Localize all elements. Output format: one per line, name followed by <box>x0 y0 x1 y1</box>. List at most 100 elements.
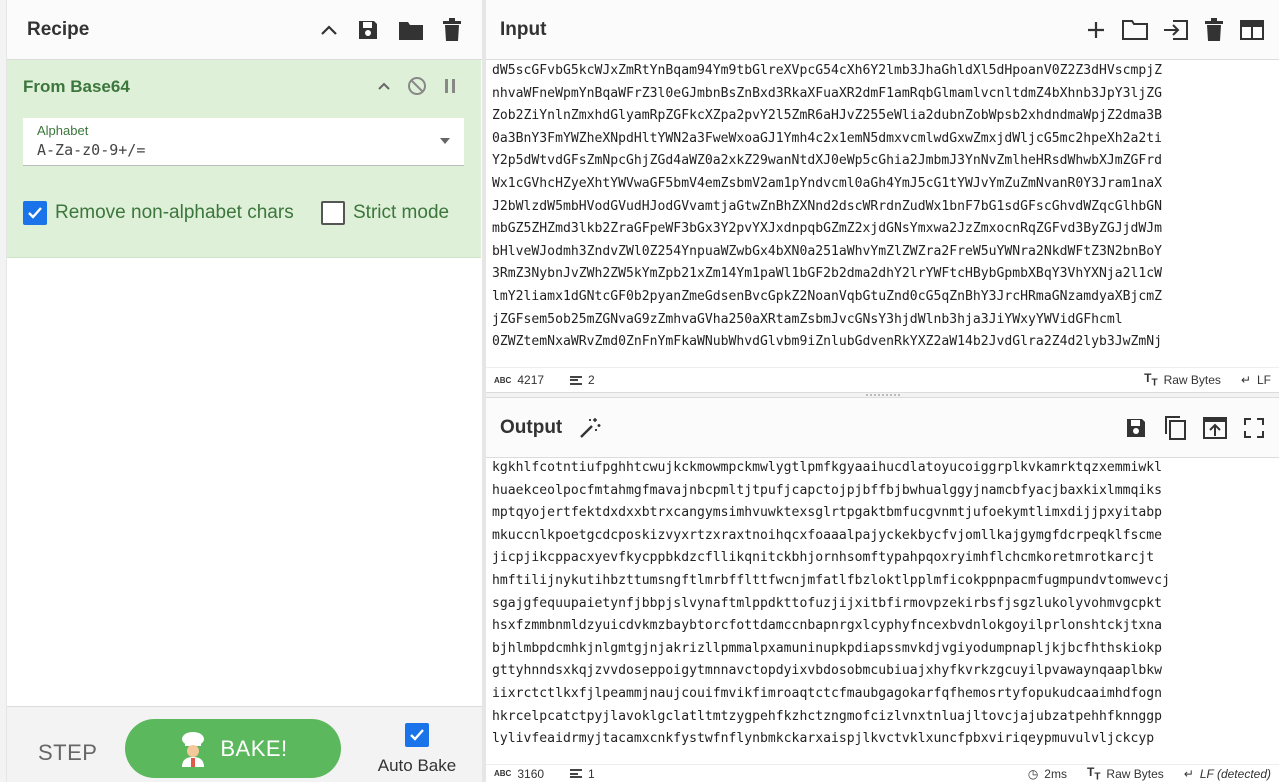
trash-icon[interactable] <box>442 17 462 42</box>
strict-mode-option[interactable]: Strict mode <box>321 201 449 225</box>
bake-button[interactable]: BAKE! <box>125 719 341 778</box>
autobake-checkbox[interactable] <box>405 723 429 747</box>
recipe-header: Recipe <box>7 0 482 60</box>
output-line: gttyhnndsxkqjzvvdoseppoigytmnnavctopdyix… <box>492 663 1163 679</box>
input-eol-value: LF <box>1256 372 1271 387</box>
save-icon[interactable] <box>1124 416 1148 440</box>
import-file-icon[interactable] <box>1163 19 1189 41</box>
return-arrow-icon: ↵ <box>1240 372 1251 387</box>
output-header: Output <box>486 398 1279 458</box>
output-time: ◷ 2ms <box>1028 767 1067 781</box>
input-title: Input <box>500 18 547 40</box>
remove-nonalpha-option[interactable]: Remove non-alphabet chars <box>23 201 294 225</box>
input-char-count-value: 4217 <box>517 373 545 387</box>
pause-icon[interactable] <box>443 78 457 94</box>
dropdown-caret-icon[interactable] <box>440 138 450 144</box>
output-encoding-value: Raw Bytes <box>1106 766 1164 781</box>
autobake-toggle[interactable]: Auto Bake <box>377 723 457 776</box>
input-eol[interactable]: ↵ LF <box>1241 373 1271 387</box>
save-icon[interactable] <box>356 18 380 42</box>
output-line: jicpjikcppacxyevfkycppbkdzcfllikqnitckbh… <box>492 550 1155 566</box>
input-line: Y2p5dWtvdGFsZmNpcGhjZGd4aWZ0a2xkZ29wanNt… <box>492 153 1163 169</box>
input-line-count: 2 <box>570 373 595 387</box>
from-base64-operation[interactable]: From Base64 Alphabet A-Za-z0-9+/= Remove… <box>7 60 481 258</box>
step-button[interactable]: STEP <box>38 740 97 766</box>
strict-mode-checkbox[interactable] <box>321 201 345 225</box>
output-encoding[interactable]: TT Raw Bytes <box>1087 765 1164 782</box>
magic-wand-icon[interactable] <box>578 416 602 440</box>
output-line: bjhlmbpdcmhkjnlgmtgjnjakrizllpmmalpxamun… <box>492 640 1163 656</box>
input-line: 0a3BnY3FmYWZheXNpdHltYWN2a3FweWxoaGJ1Ymh… <box>492 130 1163 146</box>
layout-icon[interactable] <box>1239 19 1265 41</box>
resize-grip-icon[interactable] <box>866 394 900 396</box>
input-line: jZGFsem5ob25mZGNvaG9zZmhvaGVha250aXRtamZ… <box>492 311 1123 327</box>
input-panel: Input dW5scGFvbG5kcWJxZmRtYnBqam94Ym9tbG… <box>486 0 1279 392</box>
input-line: J2bWlzdW5mbHVodGVudHJodGVvamtjaGtwZnBhZX… <box>492 198 1163 214</box>
operation-title: From Base64 <box>23 77 130 96</box>
input-encoding[interactable]: TT Raw Bytes <box>1144 371 1221 388</box>
input-encoding-value: Raw Bytes <box>1163 372 1221 387</box>
alphabet-select[interactable]: Alphabet A-Za-z0-9+/= <box>23 118 464 166</box>
output-line: hsxfzmmbnmldzyuicdvkmzbaybtorcfottdamccn… <box>492 618 1163 634</box>
input-statusbar: ABC 4217 2 TT Raw Bytes ↵ LF <box>486 367 1279 392</box>
alphabet-label: Alphabet <box>37 123 89 138</box>
bake-bar: STEP BAKE! Auto Bake <box>7 706 482 782</box>
output-line: mptqyojertfektdxdxxbtrxcangymsimhvuwktex… <box>492 505 1163 521</box>
text-encoding-icon: TT <box>1086 764 1101 782</box>
input-line-count-value: 2 <box>588 373 595 387</box>
input-line: 0ZWZtemNxaWRvZmd0ZnFnYmFkaWNubWhvdGlvbm9… <box>492 334 1163 350</box>
output-time-value: 2ms <box>1044 766 1067 781</box>
output-line: hkrcelpcatctpyjlavoklgclatltmtzygpehfkzh… <box>492 708 1163 724</box>
return-arrow-icon: ↵ <box>1183 766 1194 781</box>
output-panel: Output kgkhlfcotntiufpghhtcwujkckmowmpck… <box>486 398 1279 782</box>
output-textarea[interactable]: kgkhlfcotntiufpghhtcwujkckmowmpckmwlygtl… <box>486 457 1279 764</box>
abc-icon: ABC <box>494 769 512 778</box>
input-line: lmY2liamx1dGNtcGF0b2pyanZmeGdsenBvcGpkZ2… <box>492 288 1163 304</box>
bake-label: BAKE! <box>220 735 288 761</box>
input-line: 3RmZ3NybnJvZWh2ZW5kYmZpb21xZm14Ym1paWl1b… <box>492 266 1163 282</box>
output-line: lylivfeaidrmyjtacamxcnkfystwfnflynbmkcka… <box>492 731 1155 747</box>
abc-icon: ABC <box>494 375 512 385</box>
replace-input-icon[interactable] <box>1202 416 1228 440</box>
input-line: mbGZ5ZHZmd3lkb2ZraGFpeWF3bGx3Y2pvYXJxdnp… <box>492 221 1163 237</box>
recipe-panel: Recipe From Base64 Alphabet A-Za-z0-9+/=… <box>0 0 482 782</box>
input-line: Wx1cGVhcHZyeXhtYWVwaGF5bmV4emZsbmV2am1pY… <box>492 175 1163 191</box>
input-header: Input <box>486 0 1279 60</box>
remove-nonalpha-label: Remove non-alphabet chars <box>55 202 294 223</box>
recipe-title: Recipe <box>27 18 90 40</box>
input-line: bHlveWJodmh3ZndvZWl0Z254YnpuaWZwbGx4bXN0… <box>492 243 1163 259</box>
copy-icon[interactable] <box>1163 415 1187 441</box>
input-textarea[interactable]: dW5scGFvbG5kcWJxZmRtYnBqam94Ym9tbGlreXVp… <box>486 60 1279 367</box>
output-title: Output <box>500 416 563 438</box>
clock-icon: ◷ <box>1027 766 1039 781</box>
output-line-count-value: 1 <box>588 766 595 781</box>
input-line: dW5scGFvbG5kcWJxZmRtYnBqam94Ym9tbGlreXVp… <box>492 63 1163 78</box>
folder-icon[interactable] <box>398 19 424 41</box>
input-line: Zob2ZiYnlnZmxhdGlyamRpZGFkcXZpa2pvY2l5Zm… <box>492 108 1163 124</box>
chevron-up-icon[interactable] <box>377 81 391 91</box>
output-line: hmftilijnykutihbzttumsngftlmrbfflttfwcnj… <box>492 572 1170 588</box>
left-edge-divider <box>0 0 7 782</box>
disable-icon[interactable] <box>407 76 427 96</box>
trash-icon[interactable] <box>1204 17 1224 42</box>
output-char-count-value: 3160 <box>517 766 545 781</box>
output-statusbar: ABC 3160 1 ◷ 2ms TT Raw Bytes ↵ LF (detected… <box>486 764 1279 782</box>
input-line: nhvaWFneWpmYnBqaWFrZ3l0eGJmbnBsZnBxd3Rka… <box>492 85 1163 101</box>
output-line: huaekceolpocfmtahmgfmavajnbcpmltjtpufjca… <box>492 482 1163 498</box>
output-char-count: ABC 3160 <box>494 767 544 781</box>
maximize-icon[interactable] <box>1243 417 1265 439</box>
alphabet-value: A-Za-z0-9+/= <box>37 141 146 159</box>
remove-nonalpha-checkbox[interactable] <box>23 201 47 225</box>
add-icon[interactable] <box>1085 19 1107 41</box>
output-eol[interactable]: ↵ LF (detected) <box>1184 767 1271 781</box>
output-eol-value: LF (detected) <box>1199 766 1271 781</box>
chevron-up-icon[interactable] <box>320 24 338 36</box>
lines-icon <box>570 375 583 385</box>
output-line: kgkhlfcotntiufpghhtcwujkckmowmpckmwlygtl… <box>492 460 1163 475</box>
output-line: sgajgfequupaietynfjbbpjslvynaftmlppdktto… <box>492 595 1163 611</box>
lines-icon <box>570 769 583 778</box>
strict-mode-label: Strict mode <box>353 202 450 223</box>
folder-open-icon[interactable] <box>1122 19 1148 41</box>
autobake-label: Auto Bake <box>377 756 457 775</box>
output-line: iixrctctlkxfjlpeammjnaujcouifmvikfimroaq… <box>492 685 1163 701</box>
